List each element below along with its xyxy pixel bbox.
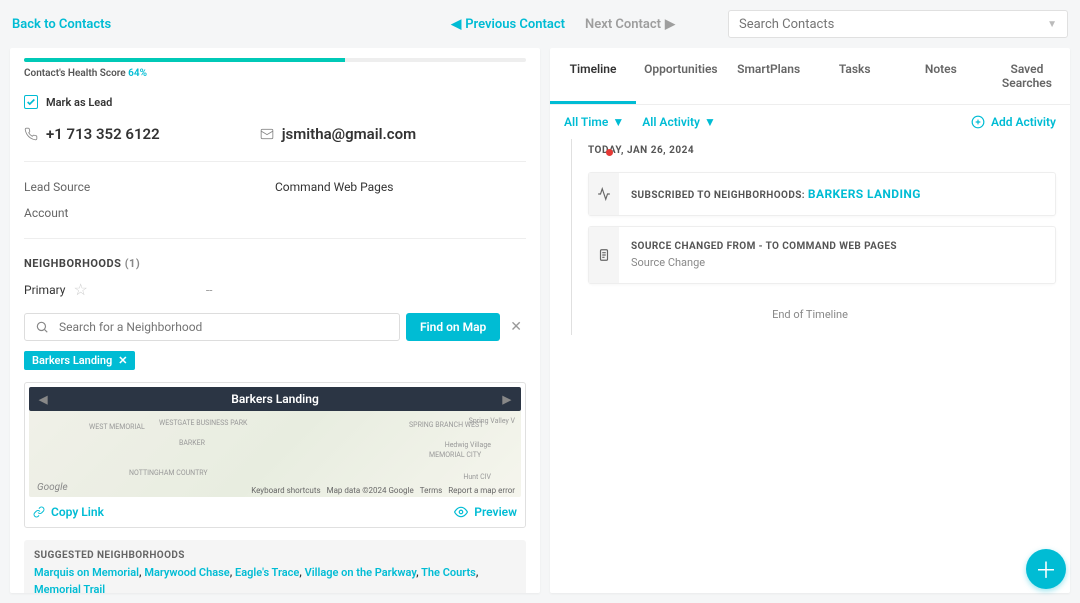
card-subtitle: Source Change [631,256,1043,269]
contact-detail-panel: Contact's Health Score 64% Mark as Lead … [10,48,540,593]
next-contact-label: Next Contact [585,17,661,32]
fab-add-button[interactable]: ＋ [1026,549,1066,589]
lead-source-value: Command Web Pages [275,180,526,194]
health-progress-bar [24,58,526,62]
search-contacts-input[interactable] [739,17,1047,32]
preview-button[interactable]: Preview [454,505,517,519]
tabs: TimelineOpportunitiesSmartPlansTasksNote… [550,48,1070,105]
suggested-neighborhood-link[interactable]: Marquis on Memorial [34,566,139,579]
neighborhood-tag-label: Barkers Landing [32,354,112,367]
map-terms-link[interactable]: Terms [420,486,442,495]
timeline-card[interactable]: SUBSCRIBED TO NEIGHBORHOODS: BARKERS LAN… [588,172,1056,216]
dropdown-arrow-icon: ▼ [1047,19,1057,30]
suggested-neighborhood-link[interactable]: Village on the Parkway [305,566,416,579]
health-score-label: Contact's Health Score 64% [24,68,526,79]
divider [24,161,526,162]
search-contacts-box[interactable]: ▼ [728,10,1068,38]
timeline-end-label: End of Timeline [564,308,1056,321]
chevron-right-icon: ▶ [665,17,675,32]
next-contact-link: Next Contact ▶ [585,17,675,32]
clipboard-icon [597,248,611,262]
neighborhood-search-input[interactable] [59,320,389,334]
map-next-icon[interactable]: ▶ [503,393,511,406]
lead-source-label: Lead Source [24,180,275,194]
suggested-neighborhood-link[interactable]: Eagle's Trace [235,566,299,579]
email-address: jsmitha@gmail.com [282,125,416,143]
activity-panel: TimelineOpportunitiesSmartPlansTasksNote… [550,48,1070,593]
google-logo: Google [37,482,68,493]
add-activity-button[interactable]: Add Activity [971,115,1056,129]
neighborhood-tag[interactable]: Barkers Landing ✕ [24,351,135,370]
previous-contact-link[interactable]: ◀ Previous Contact [451,17,565,32]
timeline-card[interactable]: SOURCE CHANGED FROM - TO COMMAND WEB PAG… [588,226,1056,284]
activity-icon [597,187,611,201]
add-activity-label: Add Activity [991,115,1056,129]
chevron-down-icon: ▼ [704,115,716,129]
tab-timeline[interactable]: Timeline [550,48,636,104]
chevron-down-icon: ▼ [612,115,624,129]
remove-tag-icon[interactable]: ✕ [118,354,127,367]
map-title: Barkers Landing [231,392,319,406]
timeline-line [571,139,572,335]
suggested-neighborhoods-box: SUGGESTED NEIGHBORHOODS Marquis on Memor… [24,540,526,593]
top-bar: Back to Contacts ◀ Previous Contact Next… [0,0,1080,48]
all-time-filter[interactable]: All Time ▼ [564,115,624,129]
neighborhood-search-wrap[interactable] [24,313,400,341]
timeline-dot-icon [606,149,613,156]
map-image[interactable]: WEST MEMORIAL WESTGATE BUSINESS PARK BAR… [29,411,521,497]
health-progress-fill [24,58,345,62]
divider [24,238,526,239]
neighborhoods-header: NEIGHBORHOODS (1) [24,257,526,270]
primary-label: Primary [24,283,65,297]
tab-tasks[interactable]: Tasks [812,48,898,104]
suggested-neighborhood-link[interactable]: Memorial Trail [34,583,105,594]
tab-opportunities[interactable]: Opportunities [636,48,726,104]
suggested-neighborhood-link[interactable]: Marywood Chase [144,566,229,579]
search-icon [35,320,49,334]
map-keyboard-shortcuts[interactable]: Keyboard shortcuts [251,486,320,495]
plus-icon: ＋ [1035,553,1057,585]
tab-smartplans[interactable]: SmartPlans [726,48,812,104]
tab-notes[interactable]: Notes [898,48,984,104]
map-report-link[interactable]: Report a map error [448,486,515,495]
email-icon [260,127,274,141]
map-container: ◀ Barkers Landing ▶ WEST MEMORIAL WESTGA… [24,382,526,528]
suggested-links: Marquis on Memorial, Marywood Chase, Eag… [34,565,516,593]
all-activity-filter[interactable]: All Activity ▼ [642,115,716,129]
account-value [275,206,526,220]
chevron-left-icon: ◀ [451,17,461,32]
primary-value: -- [206,283,213,297]
preview-label: Preview [474,505,517,519]
suggested-neighborhood-link[interactable]: The Courts [421,566,476,579]
phone-display[interactable]: +1 713 352 6122 [24,125,160,143]
link-icon [33,506,45,518]
map-header: ◀ Barkers Landing ▶ [29,387,521,411]
mark-as-lead-checkbox[interactable] [24,95,38,109]
tab-saved-searches[interactable]: Saved Searches [984,48,1070,104]
eye-icon [454,505,468,519]
card-title: SOURCE CHANGED FROM - TO COMMAND WEB PAG… [631,241,1043,252]
map-prev-icon[interactable]: ◀ [39,393,47,406]
clear-icon[interactable]: ✕ [506,319,526,335]
copy-link-button[interactable]: Copy Link [33,505,104,519]
back-to-contacts-link[interactable]: Back to Contacts [12,17,111,32]
plus-circle-icon [971,115,985,129]
copy-link-label: Copy Link [51,505,104,519]
suggested-label: SUGGESTED NEIGHBORHOODS [34,550,516,561]
map-data-attr: Map data ©2024 Google [327,486,414,495]
timeline-date-header: TODAY, JAN 26, 2024 [588,139,1056,162]
phone-icon [24,127,38,141]
find-on-map-button[interactable]: Find on Map [406,313,500,341]
mark-as-lead-label: Mark as Lead [46,96,112,109]
card-title: SUBSCRIBED TO NEIGHBORHOODS: BARKERS LAN… [631,187,1043,201]
check-icon [26,97,36,107]
phone-number: +1 713 352 6122 [46,125,160,143]
email-display[interactable]: jsmitha@gmail.com [260,125,416,143]
account-label: Account [24,206,275,220]
timeline: TODAY, JAN 26, 2024 SUBSCRIBED TO NEIGHB… [550,139,1070,335]
star-icon[interactable]: ☆ [73,280,87,299]
previous-contact-label: Previous Contact [465,17,565,32]
